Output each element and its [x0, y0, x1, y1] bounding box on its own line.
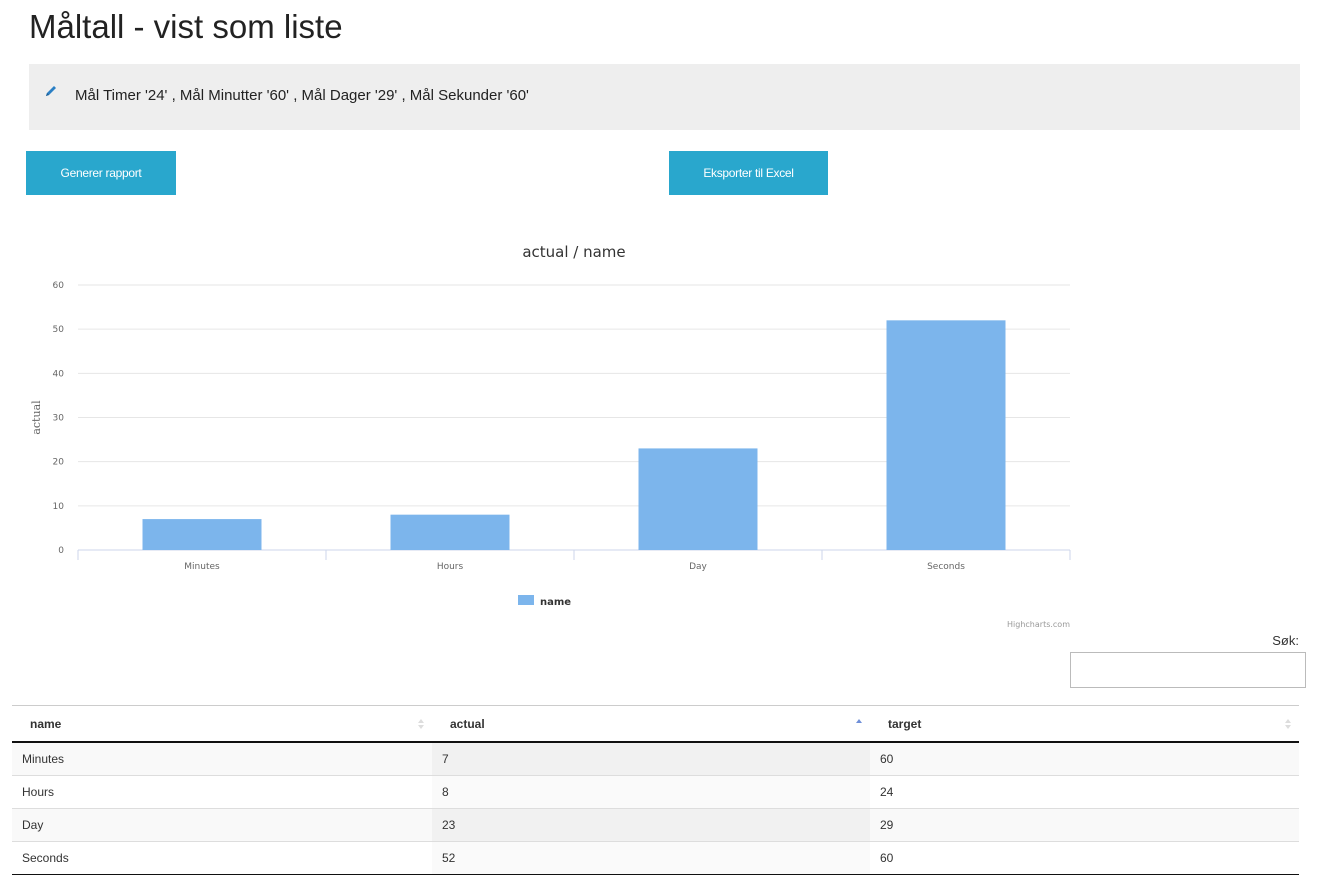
cell-name: Hours: [12, 775, 432, 809]
pencil-icon[interactable]: [44, 84, 58, 98]
cell-actual: 8: [432, 775, 870, 809]
generate-report-button[interactable]: Generer rapport: [26, 151, 176, 195]
y-tick-label: 50: [53, 325, 65, 335]
column-header-name[interactable]: name: [12, 705, 432, 743]
cell-name: Minutes: [12, 742, 432, 776]
filter-text: Mål Timer '24' , Mål Minutter '60' , Mål…: [75, 87, 529, 104]
y-tick-label: 10: [53, 502, 65, 512]
cell-target: 60: [870, 841, 1299, 875]
legend-label: name: [540, 597, 571, 608]
y-tick-label: 20: [53, 458, 65, 468]
search-label: Søk:: [1272, 633, 1299, 648]
chart-credits: Highcharts.com: [1007, 620, 1070, 629]
search-input[interactable]: [1070, 652, 1306, 688]
bar-chart: actual / name 0 10 20 30 40 50 60 actual Minutes H…: [30, 243, 1071, 629]
column-header-label: actual: [450, 716, 485, 731]
cell-name: Day: [12, 808, 432, 842]
chart-title: actual / name: [522, 243, 625, 261]
y-tick-label: 30: [53, 414, 65, 424]
x-tick-label: Day: [689, 562, 707, 572]
cell-target: 60: [870, 742, 1299, 776]
cell-name: Seconds: [12, 841, 432, 875]
cell-target: 24: [870, 775, 1299, 809]
page-title: Måltall - vist som liste: [29, 8, 343, 45]
column-header-label: name: [30, 716, 62, 731]
x-tick-label: Seconds: [927, 562, 965, 572]
bar: [638, 448, 758, 550]
table-row: Minutes 7 60: [12, 742, 1299, 776]
sort-both-icon: [418, 719, 424, 729]
column-header-actual[interactable]: actual: [432, 705, 870, 743]
table-row: Day 23 29: [12, 808, 1299, 842]
y-tick-label: 40: [53, 369, 65, 379]
x-tick-label: Hours: [437, 562, 464, 572]
cell-actual: 52: [432, 841, 870, 875]
table-row: Seconds 52 60: [12, 841, 1299, 875]
x-tick-label: Minutes: [184, 562, 220, 572]
export-excel-button[interactable]: Eksporter til Excel: [669, 151, 828, 195]
table-row: Hours 8 24: [12, 775, 1299, 809]
data-table: name actual target Minutes 7 60 Hours 8 …: [12, 705, 1299, 875]
legend-swatch: [518, 595, 534, 605]
cell-actual: 7: [432, 742, 870, 776]
cell-target: 29: [870, 808, 1299, 842]
column-header-label: target: [888, 716, 922, 731]
y-tick-label: 0: [58, 546, 64, 556]
bar: [886, 320, 1006, 550]
sort-ascending-icon: [856, 719, 862, 723]
cell-actual: 23: [432, 808, 870, 842]
sort-both-icon: [1285, 719, 1291, 729]
y-tick-label: 60: [53, 281, 65, 291]
y-axis-label: actual: [30, 400, 43, 435]
bar: [142, 519, 262, 550]
bar: [390, 514, 510, 550]
column-header-target[interactable]: target: [870, 705, 1299, 743]
filter-summary: Mål Timer '24' , Mål Minutter '60' , Mål…: [29, 64, 1300, 130]
